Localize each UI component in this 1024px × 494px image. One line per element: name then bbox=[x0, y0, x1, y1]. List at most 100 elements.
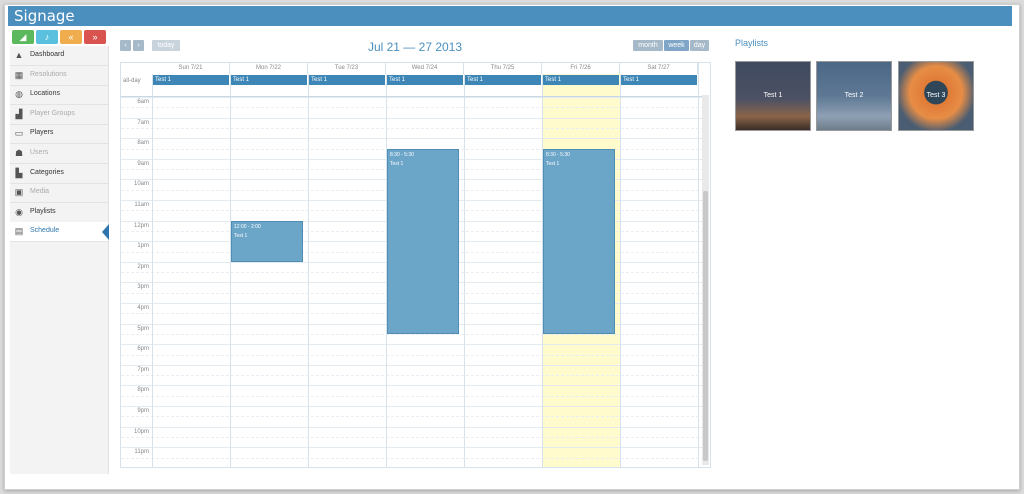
day-divider bbox=[230, 63, 231, 467]
stop-button[interactable]: » bbox=[84, 30, 106, 44]
event-title: Test 1 bbox=[234, 232, 248, 239]
day-divider bbox=[464, 63, 465, 467]
today-button[interactable]: today bbox=[152, 40, 180, 51]
day-divider bbox=[620, 63, 621, 467]
sidebar-item-label: Schedule bbox=[30, 227, 60, 235]
hour-label: 9am bbox=[137, 160, 149, 167]
stop-icon: » bbox=[92, 32, 98, 42]
sidebar-item-label: Locations bbox=[30, 90, 60, 98]
view-week-button[interactable]: week bbox=[664, 40, 689, 51]
chart-icon: ▙ bbox=[15, 167, 23, 178]
view-month-button[interactable]: month bbox=[633, 40, 663, 51]
dashboard-icon: ▲ bbox=[14, 50, 24, 60]
calendar-range-title: Jul 21 — 27 2013 bbox=[367, 40, 463, 54]
day-header[interactable]: Thu 7/25 bbox=[464, 63, 542, 74]
monitor-icon: ▭ bbox=[14, 128, 24, 139]
half-hour-line bbox=[121, 127, 704, 129]
sidebar-item-label: Resolutions bbox=[30, 70, 67, 78]
sidebar-item-schedule[interactable]: ▤ Schedule bbox=[10, 222, 108, 243]
day-header[interactable]: Wed 7/24 bbox=[386, 63, 464, 74]
playlist-label: Test 3 bbox=[926, 92, 946, 99]
signal-button[interactable]: ◢ bbox=[12, 30, 34, 44]
hour-label: 7pm bbox=[137, 366, 149, 373]
hour-label: 12pm bbox=[133, 222, 149, 229]
playlist-thumbnail[interactable]: Test 1 bbox=[735, 61, 811, 131]
sidebar-item-label: Dashboard bbox=[30, 51, 65, 58]
sidebar-item-media[interactable]: ▣ Media bbox=[10, 183, 108, 204]
hour-label: 3pm bbox=[137, 284, 149, 291]
half-hour-line bbox=[121, 416, 704, 418]
playlist-label: Test 2 bbox=[844, 92, 864, 99]
prev-week-button[interactable]: ‹ bbox=[120, 40, 131, 51]
playlist-thumbnail[interactable]: Test 3 bbox=[898, 61, 974, 131]
day-header[interactable]: Fri 7/26 bbox=[542, 63, 620, 74]
hour-label: 2pm bbox=[137, 263, 149, 270]
hour-line bbox=[121, 426, 704, 428]
hour-line bbox=[121, 385, 704, 387]
view-day-button[interactable]: day bbox=[690, 40, 709, 51]
hour-label: 7am bbox=[137, 119, 149, 126]
calendar-icon: ▤ bbox=[14, 226, 24, 237]
playlists-title: Playlists bbox=[735, 38, 769, 48]
event-title: Test 1 bbox=[546, 160, 560, 167]
grid-icon: ▦ bbox=[14, 69, 24, 80]
calendar-scrollbar[interactable] bbox=[702, 95, 709, 465]
day-header[interactable]: Sun 7/21 bbox=[152, 63, 230, 74]
hour-line bbox=[121, 364, 704, 366]
day-divider bbox=[308, 63, 309, 467]
sidebar-item-players[interactable]: ▭ Players bbox=[10, 124, 108, 145]
calendar-event[interactable]: 8:30 - 5:30 Test 1 bbox=[387, 148, 459, 334]
hour-label: 1pm bbox=[137, 243, 149, 250]
active-indicator bbox=[102, 224, 109, 240]
bell-button[interactable]: ♪ bbox=[36, 30, 58, 44]
sidebar-item-label: Media bbox=[30, 188, 50, 196]
hour-label: 4pm bbox=[137, 305, 149, 311]
day-header[interactable]: Sat 7/27 bbox=[620, 63, 698, 74]
hour-label: 8am bbox=[137, 140, 149, 147]
sidebar-item-player-groups[interactable]: ▟ Player Groups bbox=[10, 105, 108, 125]
playlist-label: Test 1 bbox=[763, 92, 783, 99]
playlist-icon: ◉ bbox=[15, 206, 23, 217]
hour-line bbox=[121, 117, 704, 119]
sidebar-item-label: Playlists bbox=[30, 207, 56, 215]
allday-event[interactable]: Test 1 bbox=[465, 75, 541, 85]
sidebar-item-resolutions[interactable]: ▦ Resolutions bbox=[10, 66, 108, 86]
event-time: 12:00 - 2:00 bbox=[234, 223, 261, 230]
signal-icon: ◢ bbox=[19, 32, 27, 42]
calendar-event[interactable]: 8:30 - 5:30 Test 1 bbox=[543, 148, 615, 334]
bell-icon: ♪ bbox=[44, 32, 50, 42]
forward-button[interactable]: « bbox=[60, 30, 82, 44]
event-time: 8:30 - 5:30 bbox=[390, 151, 414, 158]
allday-event[interactable]: Test 1 bbox=[621, 75, 697, 85]
sidebar-item-label: Categories bbox=[30, 168, 64, 176]
sidebar-item-dashboard[interactable]: ▲ Dashboard bbox=[10, 46, 108, 66]
allday-event[interactable]: Test 1 bbox=[153, 75, 229, 85]
event-title: Test 1 bbox=[390, 160, 404, 167]
next-week-button[interactable]: › bbox=[133, 40, 144, 51]
sidebar-item-users[interactable]: ☗ Users bbox=[10, 144, 108, 164]
playlist-thumbnail[interactable]: Test 2 bbox=[816, 61, 892, 131]
users-icon: ☗ bbox=[14, 148, 24, 158]
sidebar-item-playlists[interactable]: ◉ Playlists bbox=[10, 203, 108, 223]
allday-event[interactable]: Test 1 bbox=[543, 75, 619, 85]
sidebar-item-locations[interactable]: ◍ Locations bbox=[10, 85, 108, 106]
hour-label: 6am bbox=[137, 99, 149, 105]
day-header[interactable]: Tue 7/23 bbox=[308, 63, 386, 74]
hour-label: 6pm bbox=[137, 346, 149, 353]
scrollbar-thumb[interactable] bbox=[703, 191, 708, 461]
allday-label: all-day bbox=[123, 78, 141, 84]
half-hour-line bbox=[121, 107, 704, 109]
allday-event[interactable]: Test 1 bbox=[231, 75, 307, 85]
hour-label: 11pm bbox=[134, 449, 149, 456]
sidebar-item-label: Users bbox=[30, 149, 49, 156]
event-time: 8:30 - 5:30 bbox=[546, 151, 570, 158]
app-title: Signage bbox=[14, 7, 75, 25]
allday-event[interactable]: Test 1 bbox=[309, 75, 385, 85]
sidebar-item-categories[interactable]: ▙ Categories bbox=[10, 164, 108, 184]
picture-icon: ▣ bbox=[14, 187, 24, 198]
calendar-event[interactable]: 12:00 - 2:00 Test 1 bbox=[231, 220, 303, 262]
allday-event[interactable]: Test 1 bbox=[387, 75, 463, 85]
half-hour-line bbox=[121, 395, 704, 397]
half-hour-line bbox=[121, 333, 704, 335]
day-header[interactable]: Mon 7/22 bbox=[230, 63, 308, 74]
